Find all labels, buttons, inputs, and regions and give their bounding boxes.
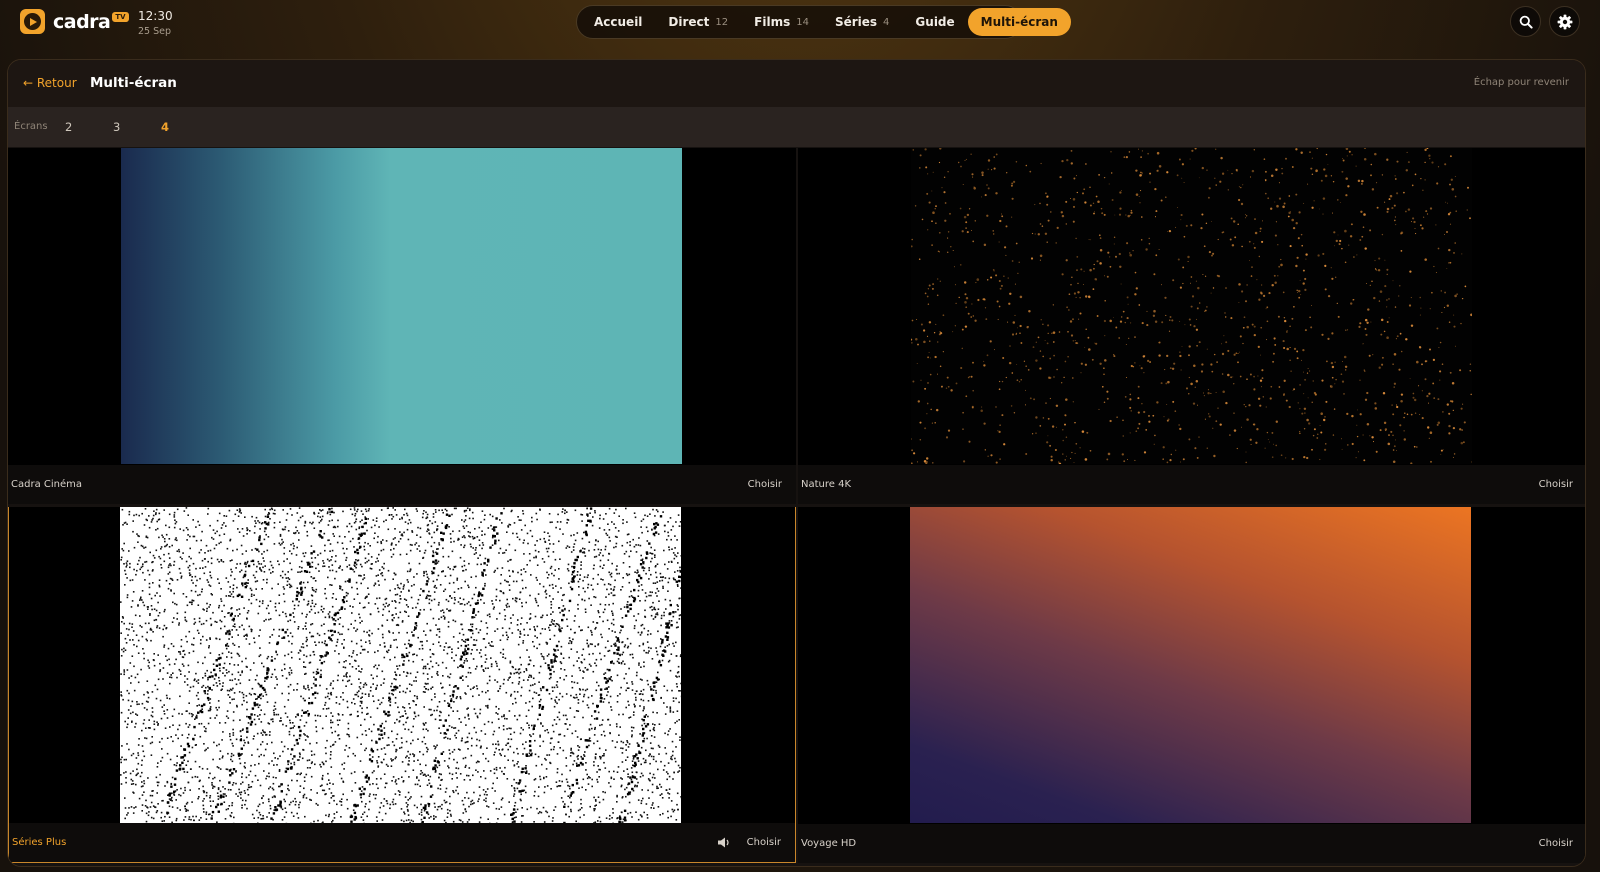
- video-frame: [121, 148, 682, 464]
- nav-count: 12: [715, 16, 729, 28]
- screen-tile[interactable]: Nature 4K Choisir: [798, 148, 1585, 504]
- tile-footer: Nature 4K Choisir: [798, 465, 1585, 504]
- tile-footer: Voyage HD Choisir: [798, 824, 1585, 863]
- nav-label: Multi-écran: [980, 15, 1058, 29]
- brand-badge: TV: [112, 11, 129, 22]
- screens-label: Écrans: [14, 121, 48, 132]
- search-button[interactable]: [1510, 6, 1541, 37]
- screen-tile[interactable]: Séries Plus Choisir: [8, 507, 796, 863]
- screens-option-4[interactable]: 4: [161, 120, 169, 134]
- choose-button[interactable]: Choisir: [748, 479, 782, 490]
- nav-count: 14: [796, 16, 809, 28]
- clock-time: 12:30: [138, 9, 173, 23]
- settings-button[interactable]: [1549, 6, 1580, 37]
- brand-name: cadra: [53, 10, 111, 33]
- tile-footer: Cadra Cinéma Choisir: [8, 465, 796, 504]
- video-frame: [910, 507, 1471, 823]
- channel-name: Cadra Cinéma: [11, 479, 82, 490]
- nav-label: Accueil: [594, 15, 643, 29]
- screen-tile[interactable]: Voyage HD Choisir: [798, 507, 1585, 863]
- multiscreen-panel: ← Retour Multi-écran Échap pour revenir …: [7, 59, 1586, 867]
- choose-button[interactable]: Choisir: [1539, 838, 1573, 849]
- nav-item-series[interactable]: Séries 4: [822, 8, 902, 36]
- nav-item-accueil[interactable]: Accueil: [581, 8, 655, 36]
- nav-item-direct[interactable]: Direct 12: [655, 8, 741, 36]
- choose-button[interactable]: Choisir: [1539, 479, 1573, 490]
- video-frame: [911, 148, 1472, 464]
- channel-name: Nature 4K: [801, 479, 852, 490]
- escape-hint: Échap pour revenir: [1473, 77, 1569, 88]
- nav-item-films[interactable]: Films 14: [741, 8, 822, 36]
- choose-button[interactable]: Choisir: [747, 837, 781, 848]
- nav-label: Films: [754, 15, 791, 29]
- panel-header: ← Retour Multi-écran Échap pour revenir: [8, 60, 1585, 107]
- nav-label: Direct: [668, 15, 710, 29]
- tile-footer: Séries Plus Choisir: [9, 823, 795, 862]
- screens-option-2[interactable]: 2: [65, 120, 72, 134]
- clock-date: 25 Sep: [138, 26, 172, 37]
- channel-name: Voyage HD: [801, 838, 857, 849]
- speaker-icon[interactable]: [718, 837, 731, 848]
- brand-logo[interactable]: cadra TV: [20, 9, 129, 34]
- top-bar: cadra TV 12:30 25 Sep Accueil Direct 12 …: [0, 0, 1600, 60]
- gear-icon: [1557, 14, 1572, 29]
- back-button[interactable]: ← Retour: [23, 76, 77, 90]
- search-icon: [1519, 15, 1533, 29]
- play-logo-icon: [20, 9, 45, 34]
- screen-count-bar: Écrans 2 3 4: [8, 107, 1585, 147]
- nav-item-multi-ecran[interactable]: Multi-écran: [967, 8, 1071, 36]
- nav-count: 4: [883, 16, 890, 28]
- nav-item-guide[interactable]: Guide: [902, 8, 967, 36]
- clock: 12:30 25 Sep: [138, 9, 173, 37]
- video-frame: [120, 507, 681, 823]
- page-title: Multi-écran: [90, 75, 177, 91]
- nav-label: Séries: [834, 15, 878, 29]
- screens-option-3[interactable]: 3: [113, 120, 120, 134]
- nav-label: Guide: [915, 15, 955, 29]
- screen-tile[interactable]: Cadra Cinéma Choisir: [8, 148, 796, 504]
- main-nav: Accueil Direct 12 Films 14 Séries 4 Guid…: [576, 5, 1071, 39]
- channel-name: Séries Plus: [12, 837, 67, 848]
